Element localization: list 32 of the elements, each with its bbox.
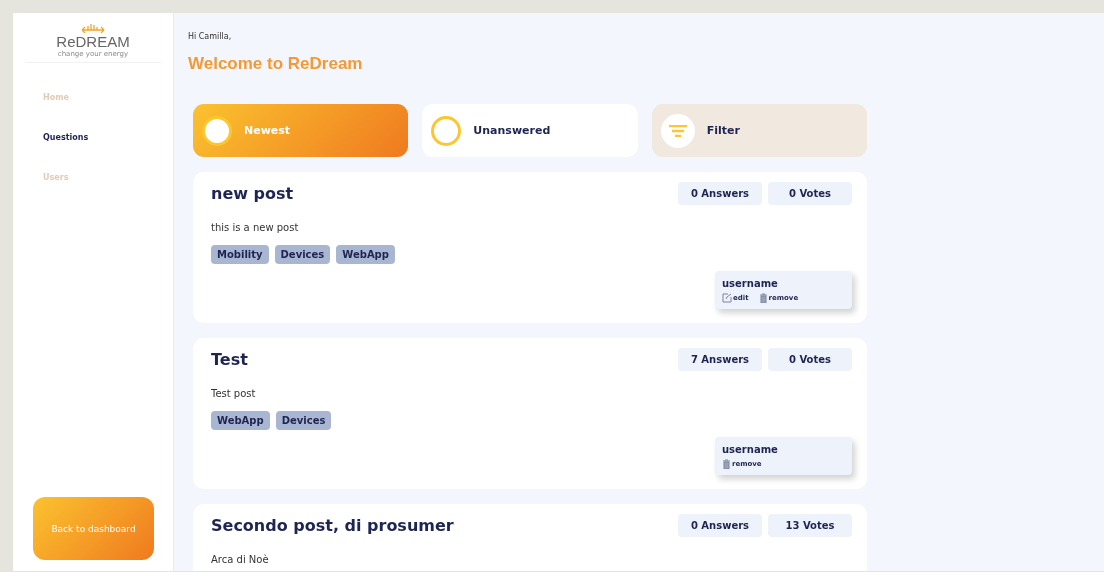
trash-icon: [758, 293, 768, 303]
logo-icon: [81, 22, 105, 34]
edit-icon: [722, 293, 732, 303]
page-heading: Welcome to ReDream: [188, 54, 364, 74]
post-body: this is a new post: [211, 222, 300, 233]
post-title: new post: [211, 184, 295, 203]
tab[interactable]: Unanswered: [422, 104, 638, 157]
answers-count: 0 Answers: [678, 182, 762, 205]
answers-count: 7 Answers: [678, 348, 762, 371]
votes-count: 13 Votes: [768, 514, 852, 537]
votes-count: 0 Votes: [768, 182, 852, 205]
tag-chip: WebApp: [211, 411, 270, 430]
tag-chip: Devices: [275, 411, 332, 430]
answers-count: 0 Answers: [678, 514, 762, 537]
votes-count: 0 Votes: [768, 348, 852, 371]
tag-chip: Mobility: [211, 245, 269, 264]
filter-icon: [660, 113, 695, 148]
post-body: Arca di Noè: [211, 554, 270, 565]
tab[interactable]: Filter: [651, 104, 867, 157]
brand-name: ReDREAM: [56, 34, 130, 50]
circle-icon: [431, 115, 462, 146]
post-title: Secondo post, di prosumer: [211, 516, 455, 535]
post-title: Test: [211, 350, 249, 369]
post-body: Test post: [211, 388, 257, 399]
tag-chip: WebApp: [336, 245, 395, 264]
greeting: Hi Camilla,: [188, 32, 233, 41]
nav-link[interactable]: Questions: [43, 133, 173, 142]
circle-icon: [202, 115, 232, 146]
tag-chip: Devices: [274, 245, 331, 264]
trash-icon: [722, 459, 731, 469]
author-name: username: [722, 444, 779, 455]
author-name: username: [722, 278, 779, 289]
